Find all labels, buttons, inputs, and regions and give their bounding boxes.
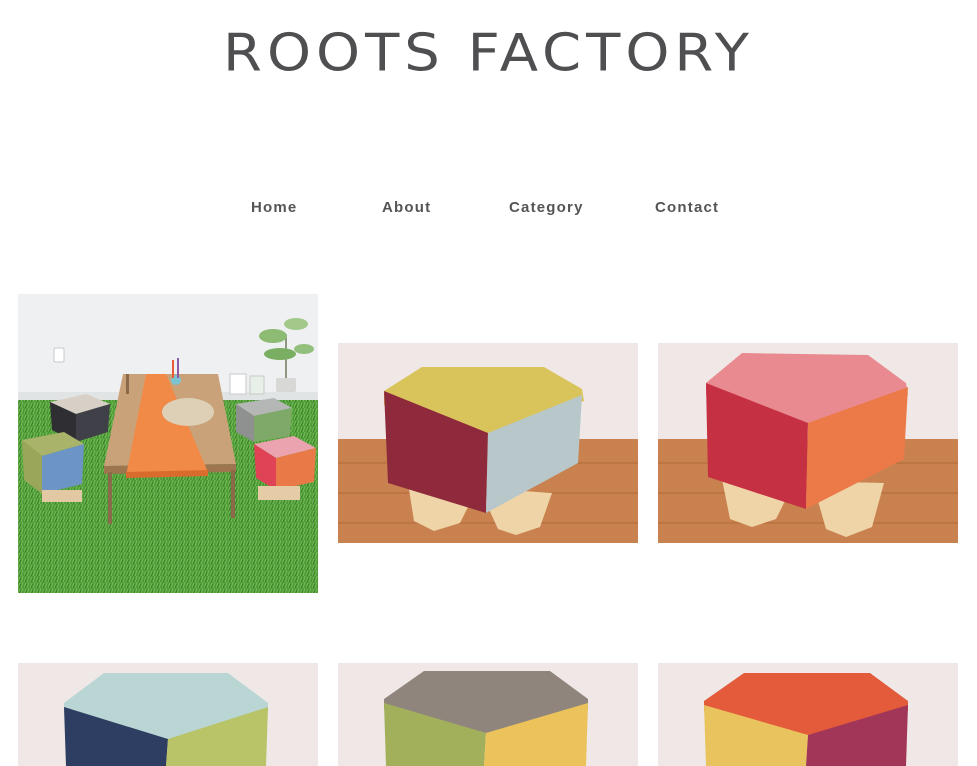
gallery-item-stool-red-yellow[interactable] — [658, 663, 958, 766]
stool-photo — [338, 663, 638, 766]
nav-contact[interactable]: Contact — [655, 199, 719, 216]
gallery-item-stool-yellow-maroon[interactable] — [338, 343, 638, 543]
stool-photo — [18, 663, 318, 766]
main-nav: Home About Category Contact — [0, 199, 977, 219]
room-photo — [18, 294, 318, 593]
nav-about[interactable]: About — [382, 199, 431, 216]
nav-category[interactable]: Category — [509, 199, 584, 216]
gallery-item-room[interactable] — [18, 294, 318, 593]
gallery-item-stool-lightblue-navy[interactable] — [18, 663, 318, 766]
site-logo[interactable]: ROOTS FACTORY — [0, 24, 977, 84]
gallery-item-stool-brown-olive[interactable] — [338, 663, 638, 766]
stool-photo — [338, 343, 638, 543]
stool-photo — [658, 343, 958, 543]
gallery-item-stool-pink-red[interactable] — [658, 343, 958, 543]
stool-photo — [658, 663, 958, 766]
nav-home[interactable]: Home — [251, 199, 297, 216]
